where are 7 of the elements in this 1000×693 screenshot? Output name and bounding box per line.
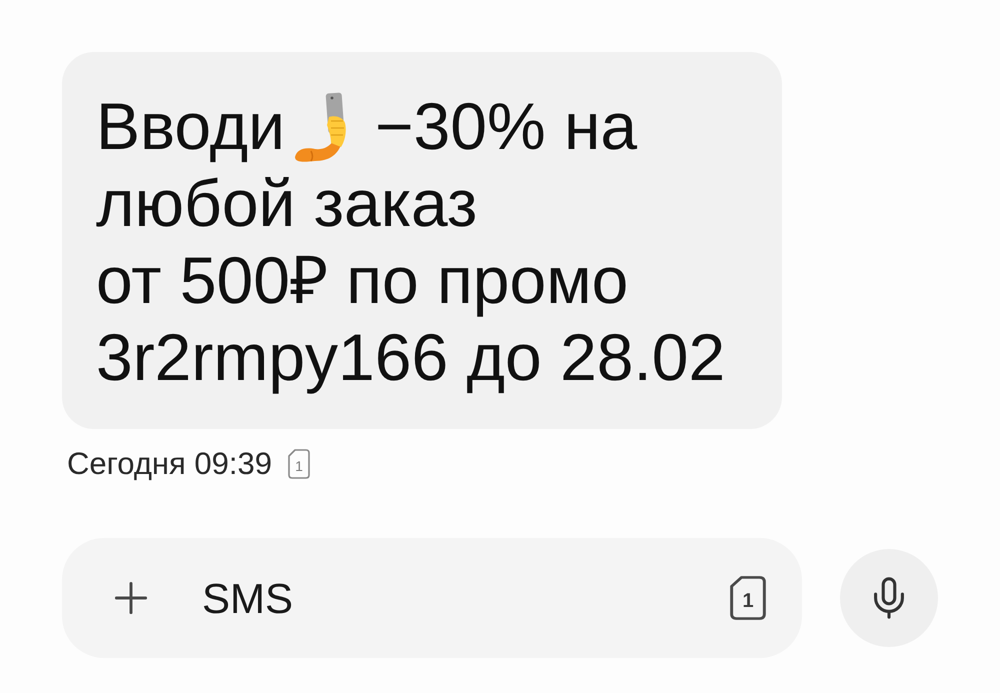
- message-timestamp: Сегодня 09:39: [67, 446, 272, 482]
- message-compose-field[interactable]: SMS 1: [62, 538, 802, 658]
- message-text: Вводи: [96, 88, 285, 165]
- sim-select-button[interactable]: 1: [730, 576, 766, 620]
- message-text: −30% на: [374, 88, 638, 165]
- message-text: любой заказ от 500₽ по промо 3r2rmpy166 до 28.02: [96, 165, 726, 396]
- sim-card-icon: 1: [288, 449, 310, 479]
